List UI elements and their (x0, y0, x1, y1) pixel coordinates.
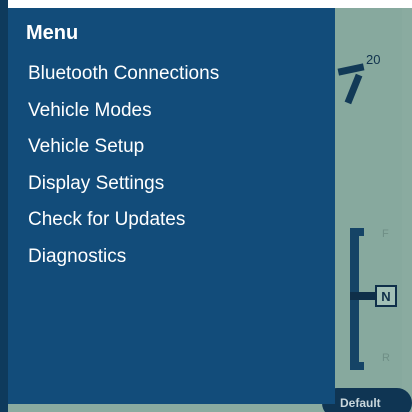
gear-label-reverse: R (382, 352, 390, 364)
gear-label-forward: F (382, 228, 389, 240)
menu-item-vehicle-modes[interactable]: Vehicle Modes (28, 100, 219, 138)
menu-item-diagnostics[interactable]: Diagnostics (28, 246, 219, 284)
menu-title: Menu (26, 22, 79, 44)
navigation-drawer: Menu Bluetooth Connections Vehicle Modes… (8, 8, 335, 404)
menu-list: Bluetooth Connections Vehicle Modes Vehi… (28, 64, 219, 283)
menu-item-display-settings[interactable]: Display Settings (28, 173, 219, 211)
menu-item-bluetooth-connections[interactable]: Bluetooth Connections (28, 64, 219, 101)
frame-left-edge (0, 0, 8, 412)
gear-notch-bottom (350, 362, 364, 370)
gear-selected-indicator[interactable]: N (375, 285, 397, 307)
gauge-scale-label: 20 (366, 52, 381, 67)
menu-item-check-for-updates[interactable]: Check for Updates (28, 210, 219, 247)
gear-indicator-connector (350, 292, 378, 300)
frame-top-edge (0, 0, 412, 8)
app-screen: 20 F R N Default Menu Bluetooth Connecti… (0, 0, 412, 412)
gear-notch-top (350, 228, 364, 236)
drive-mode-button[interactable]: Default (322, 388, 412, 412)
menu-item-vehicle-setup[interactable]: Vehicle Setup (28, 137, 219, 174)
